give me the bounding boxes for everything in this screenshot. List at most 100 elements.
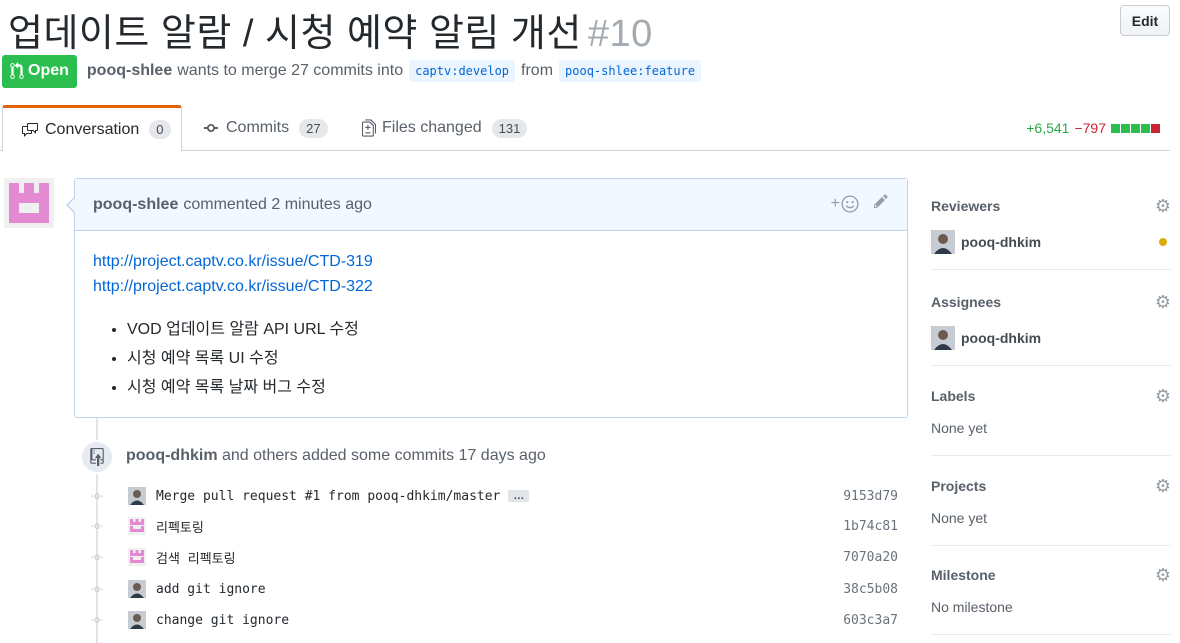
diffstat: +6,541 −797 <box>1026 105 1160 151</box>
deletions-count: −797 <box>1074 120 1106 136</box>
pending-review-dot <box>1159 238 1167 246</box>
commit-message[interactable]: 검색 리펙토링 <box>156 548 236 567</box>
author-link[interactable]: pooq-shlee <box>87 62 172 80</box>
comment-arrow-inner <box>68 198 75 212</box>
commit-sha[interactable]: 7070a20 <box>843 550 898 565</box>
change-list: VOD 업데이트 알람 API URL 수정 시청 예약 목록 UI 수정 시청… <box>93 315 889 402</box>
commit-message[interactable]: change git ignore <box>156 613 289 628</box>
list-item: 시청 예약 목록 UI 수정 <box>127 344 889 373</box>
tab-files-changed[interactable]: Files changed 131 <box>362 105 528 151</box>
commit-dot-icon: -o- <box>90 551 104 563</box>
commit-row: -o-change git ignore 603c3a7 <box>88 607 900 633</box>
commit-row: -o-add git ignore 38c5b08 <box>88 576 900 602</box>
gear-icon[interactable]: ⚙ <box>1155 565 1171 586</box>
commit-sha[interactable]: 603c3a7 <box>843 613 898 628</box>
reviewers-title: Reviewers <box>931 198 1001 214</box>
diffstat-block <box>1151 123 1160 133</box>
diffstat-blocks <box>1111 123 1160 133</box>
gear-icon[interactable]: ⚙ <box>1155 386 1171 407</box>
commits-author[interactable]: pooq-dhkim <box>126 447 218 464</box>
commit-row: -o- 리펙토링 1b74c81 <box>88 513 900 539</box>
tab-label: Files changed <box>382 119 482 136</box>
pull-request-icon <box>10 62 24 79</box>
commit-message[interactable]: 리펙토링 <box>156 517 204 536</box>
diffstat-block <box>1111 123 1120 133</box>
head-branch[interactable]: pooq-shlee:feature <box>559 60 702 82</box>
conversation-icon <box>22 122 38 137</box>
issue-link[interactable]: http://project.captv.co.kr/issue/CTD-322 <box>93 274 889 299</box>
tab-conversation[interactable]: Conversation 0 <box>2 105 182 152</box>
commits-summary: pooq-dhkim and others added some commits… <box>126 447 546 465</box>
assignees-title: Assignees <box>931 294 1002 310</box>
reviewer-name: pooq-dhkim <box>961 234 1042 250</box>
avatar[interactable] <box>128 517 146 535</box>
projects-value: None yet <box>931 510 988 526</box>
expand-commit-button[interactable]: … <box>508 490 530 502</box>
projects-title: Projects <box>931 478 987 494</box>
labels-title: Labels <box>931 388 976 404</box>
avatar <box>931 230 955 254</box>
commit-message[interactable]: Merge pull request #1 from pooq-dhkim/ma… <box>156 489 500 504</box>
avatar[interactable] <box>4 178 54 228</box>
milestone-value: No milestone <box>931 599 1013 615</box>
diffstat-block <box>1121 123 1130 133</box>
avatar[interactable] <box>128 611 146 629</box>
sidebar-milestone: Milestone ⚙ No milestone <box>931 565 1171 635</box>
sidebar-projects: Projects ⚙ None yet <box>931 476 1171 546</box>
reviewer-user[interactable]: pooq-dhkim <box>931 230 1171 254</box>
edit-button[interactable]: Edit <box>1120 5 1170 36</box>
comment-tools: + <box>831 193 889 214</box>
sidebar-reviewers: Reviewers ⚙ pooq-dhkim <box>931 196 1171 270</box>
commit-sha[interactable]: 9153d79 <box>843 489 898 504</box>
commit-row: -o- 검색 리펙토링 7070a20 <box>88 544 900 570</box>
commit-dot-icon: -o- <box>90 614 104 626</box>
pr-number: #10 <box>587 13 653 55</box>
pr-title: 업데이트 알람 / 시청 예약 알림 개선 <box>8 13 582 55</box>
avatar[interactable] <box>128 548 146 566</box>
tab-commits[interactable]: Commits 27 <box>202 105 328 151</box>
labels-value: None yet <box>931 420 988 436</box>
additions-count: +6,541 <box>1026 120 1070 136</box>
commit-sha[interactable]: 38c5b08 <box>843 582 898 597</box>
tab-count: 131 <box>491 118 528 138</box>
commit-sha[interactable]: 1b74c81 <box>843 519 898 534</box>
tab-label: Commits <box>226 119 290 136</box>
tab-label: Conversation <box>45 120 140 138</box>
diff-icon <box>362 119 376 137</box>
milestone-title: Milestone <box>931 567 996 583</box>
pencil-icon[interactable] <box>873 193 889 214</box>
add-reaction-icon[interactable]: + <box>831 195 859 213</box>
comment-author[interactable]: pooq-shlee <box>93 196 178 214</box>
assignee-user[interactable]: pooq-dhkim <box>931 326 1171 350</box>
comment-body: http://project.captv.co.kr/issue/CTD-319… <box>75 231 907 420</box>
base-branch[interactable]: captv:develop <box>409 60 516 82</box>
gear-icon[interactable]: ⚙ <box>1155 196 1171 217</box>
state-badge: Open <box>2 54 77 88</box>
commit-dot-icon: -o- <box>90 583 104 595</box>
list-item: 시청 예약 목록 날짜 버그 수정 <box>127 373 889 402</box>
sidebar-labels: Labels ⚙ None yet <box>931 386 1171 456</box>
gear-icon[interactable]: ⚙ <box>1155 476 1171 497</box>
diffstat-block <box>1141 123 1150 133</box>
comment-timestamp[interactable]: commented 2 minutes ago <box>183 196 372 214</box>
from-text: from <box>521 62 554 79</box>
commits-summary-text: and others added some commits 17 days ag… <box>222 447 546 464</box>
assignee-name: pooq-dhkim <box>961 330 1042 346</box>
gear-icon[interactable]: ⚙ <box>1155 292 1171 313</box>
pr-title-row: 업데이트 알람 / 시청 예약 알림 개선 #10 <box>8 2 653 57</box>
comment-box: pooq-shlee commented 2 minutes ago + htt… <box>74 178 908 418</box>
issue-link[interactable]: http://project.captv.co.kr/issue/CTD-319 <box>93 249 889 274</box>
diffstat-block <box>1131 123 1140 133</box>
avatar[interactable] <box>128 580 146 598</box>
tab-count: 27 <box>299 118 328 138</box>
avatar <box>931 326 955 350</box>
sidebar-assignees: Assignees ⚙ pooq-dhkim <box>931 292 1171 366</box>
commit-message[interactable]: add git ignore <box>156 582 266 597</box>
pr-meta: Open pooq-shlee wants to merge 27 commit… <box>2 54 707 88</box>
commit-dot-icon: -o- <box>90 520 104 532</box>
avatar[interactable] <box>128 487 146 505</box>
repo-push-icon <box>80 440 114 474</box>
commit-row: -o- Merge pull request #1 from pooq-dhkim… <box>88 483 900 509</box>
merge-text: wants to merge 27 commits into <box>177 62 404 79</box>
state-label: Open <box>28 62 69 79</box>
